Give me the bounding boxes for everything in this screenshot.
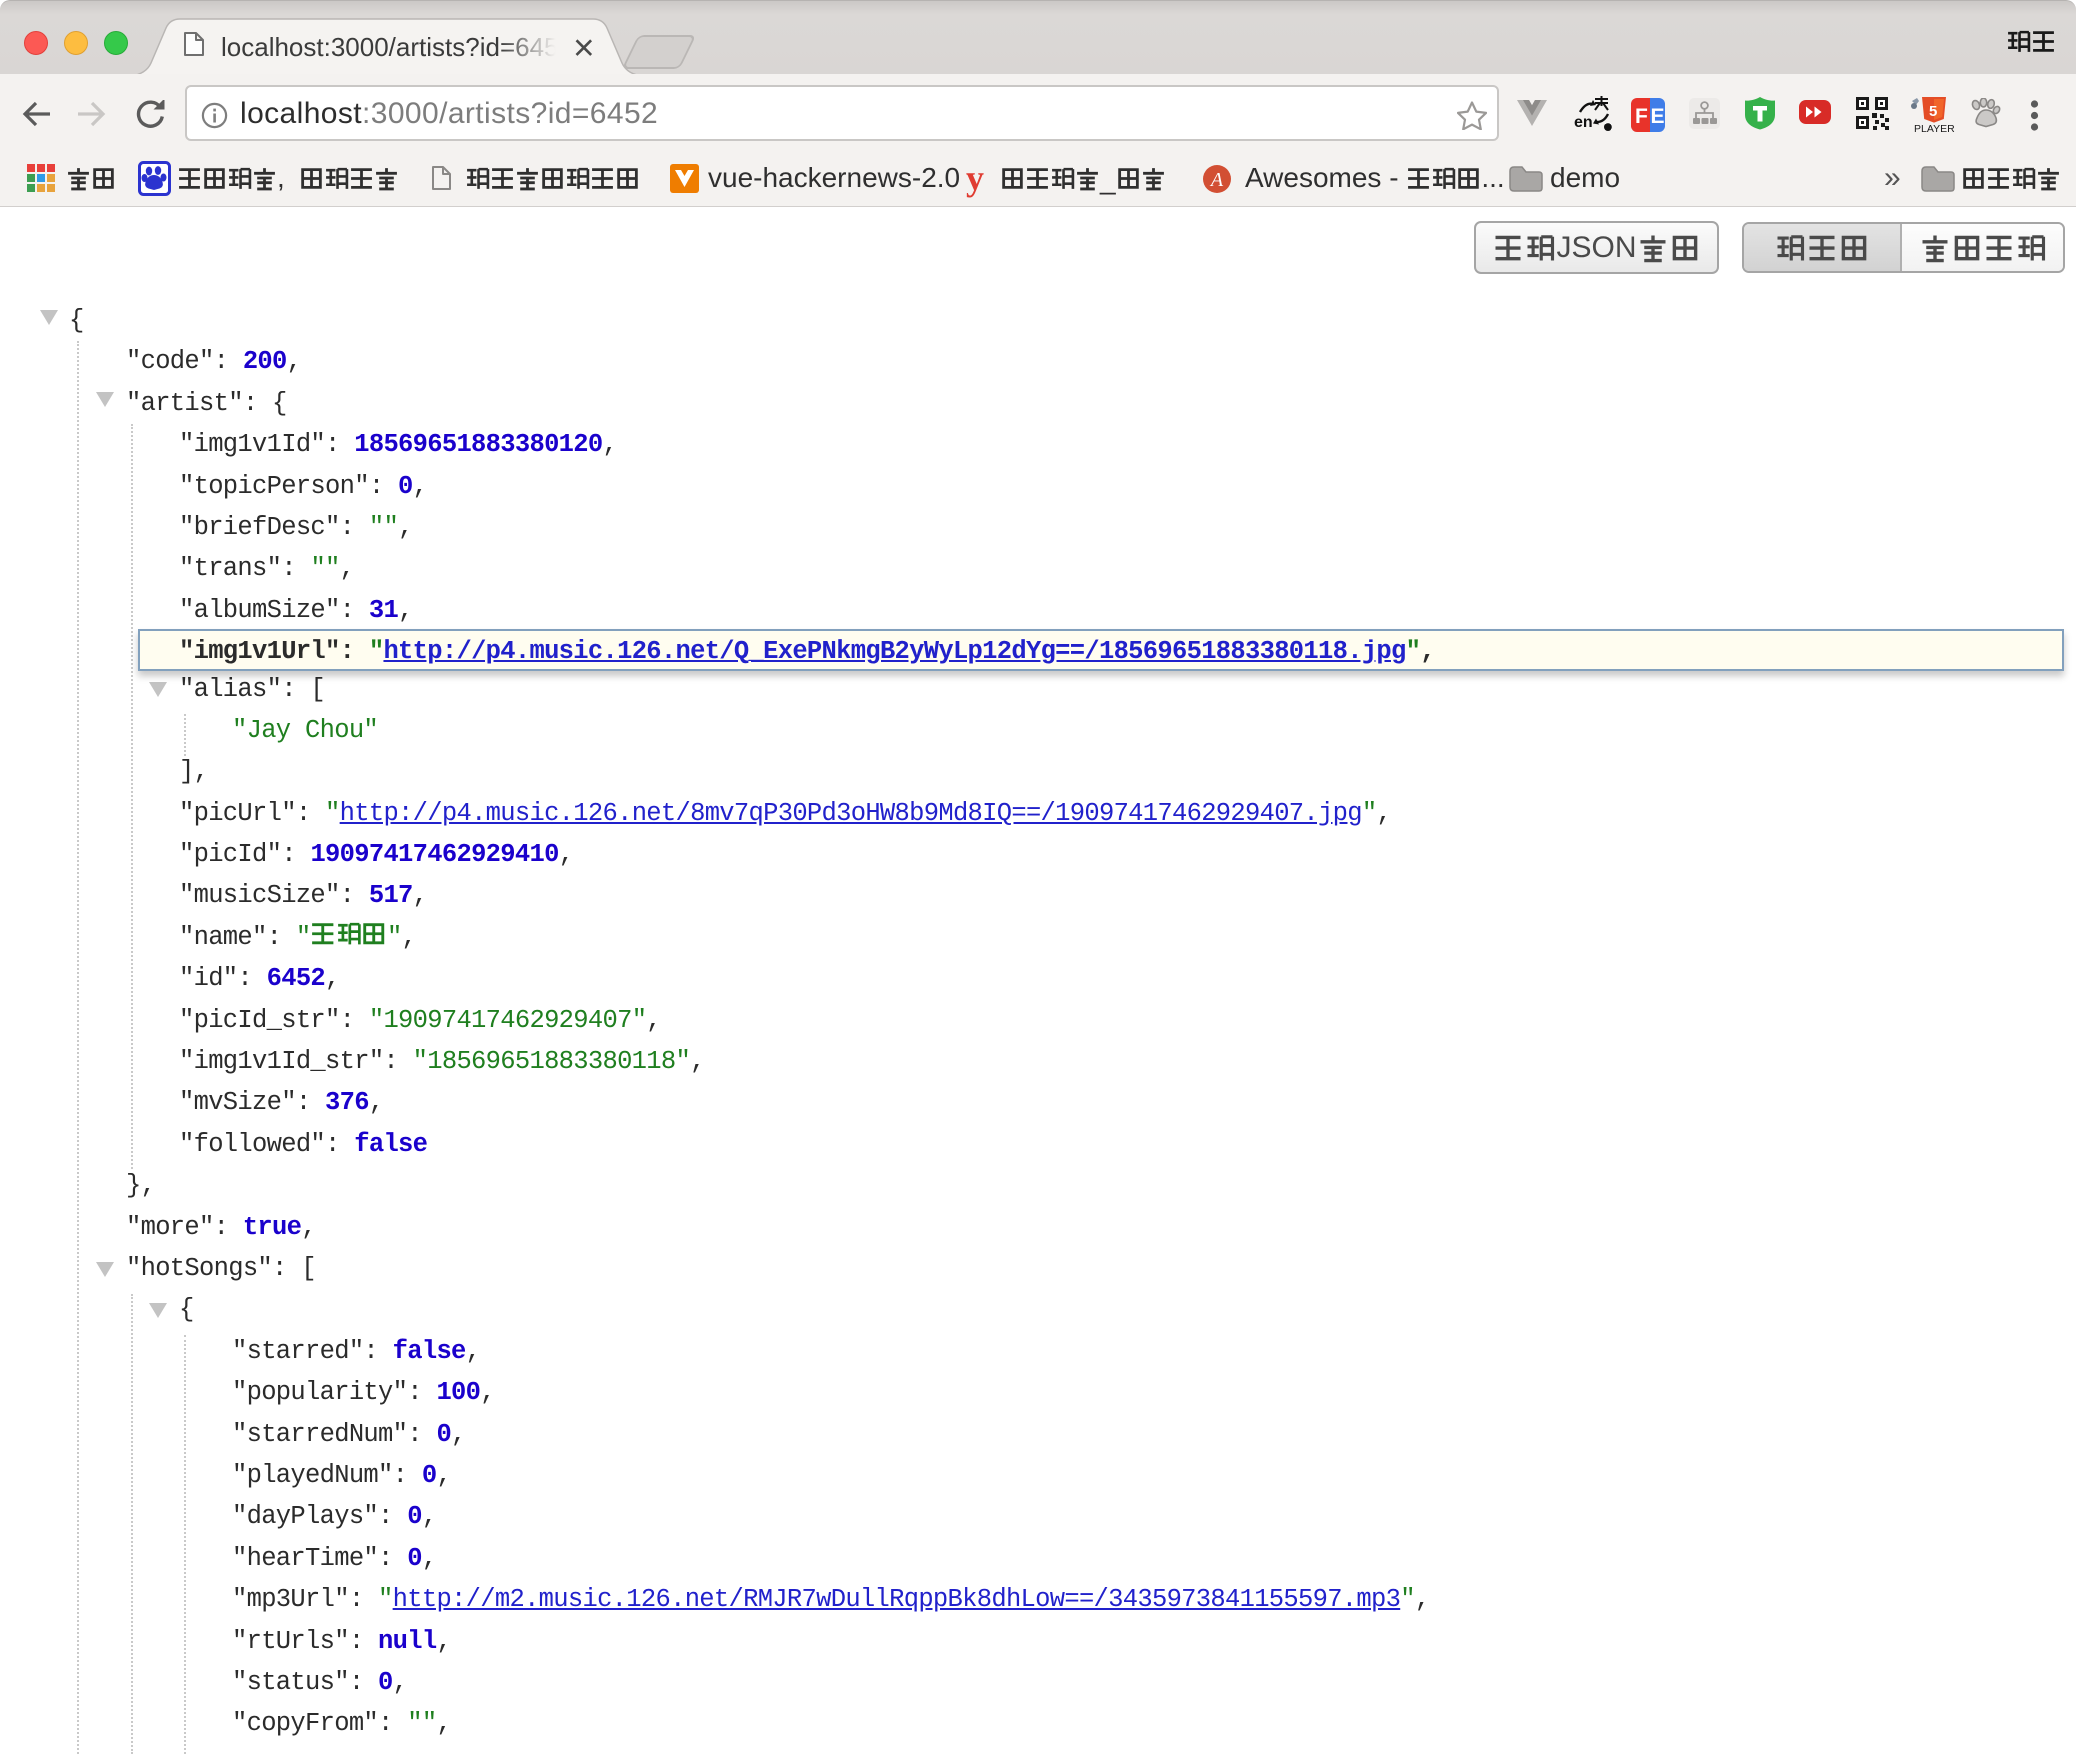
svg-text:E: E (1651, 105, 1665, 128)
svg-text:A: A (1209, 169, 1224, 191)
svg-text:F: F (1635, 105, 1648, 128)
svg-text:PLAYER: PLAYER (1914, 123, 1955, 133)
svg-text:5: 5 (1929, 103, 1937, 120)
svg-text:en: en (1574, 114, 1593, 131)
